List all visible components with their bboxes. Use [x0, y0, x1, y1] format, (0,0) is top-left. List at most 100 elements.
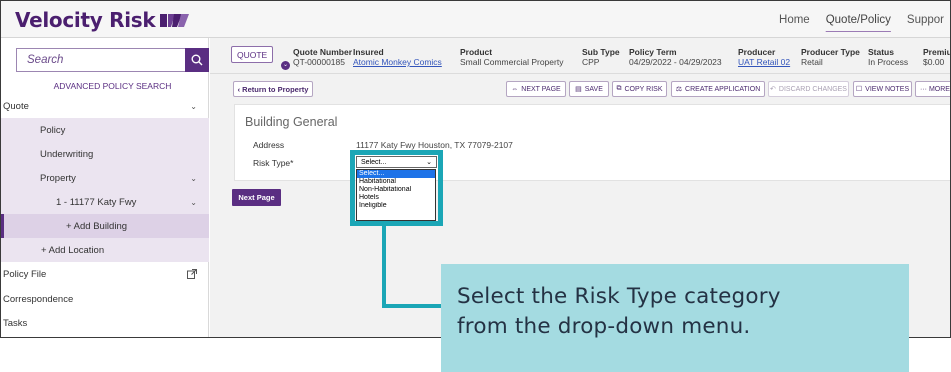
save-icon: ▤ — [575, 86, 582, 93]
action-toolbar: ‹ Return to Property ⇔ NEXT PAGE ▤ SAVE ⧉ C… — [210, 81, 950, 97]
status-value: In Process — [868, 57, 909, 67]
sidebar-item-location-1[interactable]: 1 - 11177 Katy Fwy ⌄ — [1, 190, 209, 214]
sidebar-item-label: Tasks — [3, 317, 28, 329]
next-page-toolbar-button[interactable]: ⇔ NEXT PAGE — [506, 81, 566, 97]
quote-tag: QUOTE — [231, 46, 274, 63]
sidebar-item-add-building[interactable]: + Add Building — [1, 214, 209, 238]
sidebar-item-label: + Add Location — [41, 244, 105, 256]
top-header: Velocity Risk Home Quote/Policy Suppor — [1, 1, 950, 38]
producer-type-header: Producer Type — [801, 47, 860, 57]
discard-changes-button[interactable]: ↶ DISCARD CHANGES — [768, 81, 849, 97]
option-non-habitational[interactable]: Non-Habitational — [357, 186, 435, 194]
copy-icon: ⧉ — [616, 85, 622, 92]
sidebar-item-label: Policy File — [3, 268, 47, 280]
section-title: Building General — [245, 115, 338, 129]
note-icon: ☐ — [855, 86, 863, 93]
nav-quote-policy[interactable]: Quote/Policy — [818, 14, 899, 26]
status-column: Status In Process — [868, 47, 908, 67]
policy-search — [16, 48, 209, 72]
next-page-button[interactable]: Next Page — [232, 189, 281, 206]
sidebar-item-label: 1 - 11177 Katy Fwy — [56, 196, 137, 208]
save-button[interactable]: ▤ SAVE — [569, 81, 609, 97]
option-select[interactable]: Select... — [357, 170, 435, 178]
sidebar-item-label: Quote — [3, 100, 29, 112]
chevron-down-icon: ⌄ — [190, 101, 197, 111]
option-hotels[interactable]: Hotels — [357, 194, 435, 202]
copy-risk-label: COPY RISK — [624, 85, 663, 93]
create-application-label: CREATE APPLICATION — [685, 85, 761, 93]
chevron-down-icon: ⌄ — [190, 197, 197, 207]
logo[interactable]: Velocity Risk — [15, 7, 190, 33]
sidebar-item-label: + Add Building — [66, 220, 128, 232]
risk-type-select[interactable]: Select... ⌄ — [356, 156, 437, 168]
sub-type-column: Sub Type CPP — [582, 47, 620, 67]
create-application-button[interactable]: ⚖ CREATE APPLICATION — [671, 81, 765, 97]
search-icon — [191, 54, 203, 66]
chevron-down-icon[interactable]: ⌄ — [281, 61, 290, 70]
producer-column: Producer UAT Retail 02 — [738, 47, 790, 67]
search-button[interactable] — [185, 48, 209, 72]
quote-number-header: Quote Number — [293, 47, 353, 57]
logo-text: Velocity Risk — [15, 8, 156, 32]
sidebar-item-label: Property — [40, 172, 76, 184]
product-header: Product — [460, 47, 493, 57]
address-value: 11177 Katy Fwy Houston, TX 77079-2107 — [356, 140, 513, 150]
insured-header: Insured — [353, 47, 384, 57]
status-header: Status — [868, 47, 894, 57]
chevron-down-icon: ⌄ — [426, 159, 432, 166]
callout-line-2: from the drop-down menu. — [457, 314, 751, 339]
insured-column: Insured Atomic Monkey Comics — [353, 47, 442, 67]
producer-header: Producer — [738, 47, 776, 57]
producer-type-value: Retail — [801, 57, 823, 67]
premium-value: $0.00 — [923, 57, 945, 67]
producer-link[interactable]: UAT Retail 02 — [738, 57, 790, 67]
undo-icon: ↶ — [770, 86, 776, 93]
advanced-policy-search-link[interactable]: ADVANCED POLICY SEARCH — [16, 81, 209, 91]
product-value: Small Commercial Property — [460, 57, 564, 67]
more-button[interactable]: ··· MORE — [915, 81, 950, 97]
chevron-down-icon: ⌄ — [190, 173, 197, 183]
view-notes-button[interactable]: ☐ VIEW NOTES — [853, 81, 912, 97]
external-link-icon — [187, 269, 197, 279]
quote-number-column: Quote Number ⌄ QT-00000185 — [281, 47, 352, 70]
sidebar-item-policy[interactable]: Policy — [1, 118, 209, 142]
option-habitational[interactable]: Habitational — [357, 178, 435, 186]
sidebar-item-property[interactable]: Property ⌄ — [1, 166, 209, 190]
nav-home[interactable]: Home — [771, 14, 818, 26]
copy-risk-button[interactable]: ⧉ COPY RISK — [612, 81, 667, 97]
building-general-card: Building General Address 11177 Katy Fwy … — [234, 104, 950, 181]
insured-link[interactable]: Atomic Monkey Comics — [353, 57, 442, 67]
sidebar-item-add-location[interactable]: + Add Location — [1, 238, 209, 262]
sidebar-item-label: Policy — [40, 124, 66, 136]
sidebar-item-correspondence[interactable]: Correspondence — [1, 287, 209, 311]
quote-summary-bar: QUOTE Quote Number ⌄ QT-00000185 Insured … — [210, 38, 950, 74]
quote-number-value: QT-00000185 — [293, 57, 345, 67]
sidebar-item-label: Correspondence — [3, 293, 74, 305]
save-label: SAVE — [584, 85, 603, 93]
address-label: Address — [253, 140, 285, 150]
nav-support[interactable]: Suppor — [899, 14, 950, 26]
top-navigation: Home Quote/Policy Suppor — [771, 14, 950, 26]
policy-term-column: Policy Term 04/29/2022 - 04/29/2023 — [629, 47, 722, 67]
premium-column: Premiun $0.00 — [923, 47, 950, 67]
sidebar-item-policy-file[interactable]: Policy File — [1, 262, 209, 286]
sidebar-item-tasks[interactable]: Tasks — [1, 311, 209, 335]
premium-header: Premiun — [923, 47, 950, 57]
discard-changes-label: DISCARD CHANGES — [778, 85, 847, 93]
return-to-property-button[interactable]: ‹ Return to Property — [233, 81, 313, 97]
product-column: Product Small Commercial Property — [460, 47, 563, 67]
sub-type-value: CPP — [582, 57, 600, 67]
policy-term-value: 04/29/2022 - 04/29/2023 — [629, 57, 722, 67]
search-input[interactable] — [16, 48, 185, 72]
scale-icon: ⚖ — [675, 86, 683, 93]
callout-line-1: Select the Risk Type category — [457, 284, 781, 309]
sidebar-item-underwriting[interactable]: Underwriting — [1, 142, 209, 166]
option-ineligible[interactable]: Ineligible — [357, 202, 435, 210]
risk-type-label: Risk Type* — [253, 158, 294, 168]
next-page-label: NEXT PAGE — [521, 85, 561, 93]
callout-connector-vertical — [382, 224, 386, 307]
sidebar: ADVANCED POLICY SEARCH Quote ⌄ Policy Un… — [1, 38, 209, 337]
instruction-callout: Select the Risk Type category from the d… — [441, 264, 909, 372]
sidebar-item-quote[interactable]: Quote ⌄ — [1, 96, 209, 116]
arrows-icon: ⇔ — [511, 85, 519, 93]
